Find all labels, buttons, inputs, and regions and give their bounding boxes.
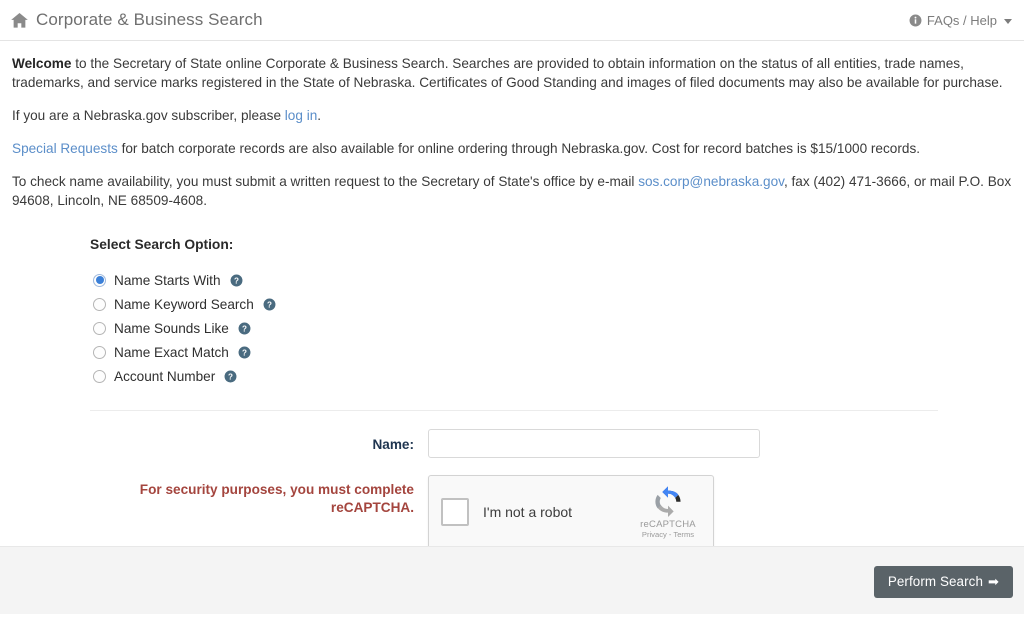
recaptcha-logo-icon [655, 485, 681, 517]
arrow-right-icon: ➡ [988, 574, 999, 589]
svg-text:?: ? [242, 348, 247, 357]
subscriber-pre: If you are a Nebraska.gov subscriber, pl… [12, 108, 285, 123]
header-brand[interactable]: Corporate & Business Search [10, 10, 263, 30]
page-header: Corporate & Business Search FAQs / Help [0, 0, 1024, 41]
availability-pre: To check name availability, you must sub… [12, 174, 639, 189]
intro-paragraph-welcome: Welcome to the Secretary of State online… [12, 54, 1012, 92]
radio-option-name-keyword-search[interactable]: Name Keyword Search ? [90, 292, 1024, 316]
svg-text:?: ? [267, 300, 272, 309]
radio-button[interactable] [93, 369, 106, 383]
radio-label: Name Keyword Search [114, 296, 254, 312]
radio-button[interactable] [93, 345, 106, 359]
welcome-bold: Welcome [12, 56, 72, 71]
question-mark-circle-icon[interactable]: ? [238, 322, 251, 335]
radio-button[interactable] [93, 273, 106, 287]
page-title: Corporate & Business Search [36, 10, 263, 29]
radio-label: Account Number [114, 368, 216, 384]
chevron-down-icon [1004, 18, 1012, 24]
question-mark-circle-icon[interactable]: ? [224, 370, 237, 383]
radio-button[interactable] [93, 321, 106, 335]
recaptcha-checkbox[interactable] [441, 498, 469, 526]
svg-text:?: ? [234, 276, 239, 285]
recaptcha-branding: reCAPTCHA Privacy - Terms [629, 485, 713, 540]
special-requests-link[interactable]: Special Requests [12, 141, 118, 156]
svg-text:?: ? [242, 324, 247, 333]
question-mark-circle-icon[interactable]: ? [230, 274, 243, 287]
radio-option-account-number[interactable]: Account Number ? [90, 364, 1024, 388]
special-requests-rest: for batch corporate records are also ava… [117, 141, 921, 156]
perform-search-label: Perform Search [887, 574, 983, 589]
sos-email-link[interactable]: sos.corp@nebraska.gov [638, 174, 784, 189]
search-form: Name: For security purposes, you must co… [0, 429, 1024, 549]
perform-search-button[interactable]: Perform Search ➡ [873, 566, 1013, 598]
radio-option-name-exact-match[interactable]: Name Exact Match ? [90, 340, 1024, 364]
welcome-rest: to the Secretary of State online Corpora… [12, 56, 1003, 90]
recaptcha-brand-name: reCAPTCHA [640, 518, 696, 530]
recaptcha-label: I'm not a robot [483, 504, 573, 520]
question-mark-circle-icon[interactable]: ? [263, 298, 276, 311]
radio-label: Name Exact Match [114, 344, 229, 360]
recaptcha-widget[interactable]: I'm not a robot reCAPTCHA Privacy - Term… [428, 475, 714, 549]
radio-label: Name Starts With [114, 272, 221, 288]
svg-text:?: ? [228, 372, 233, 381]
name-input[interactable] [428, 429, 760, 458]
intro-paragraph-name-availability: To check name availability, you must sub… [12, 172, 1012, 210]
radio-label: Name Sounds Like [114, 320, 229, 336]
faqs-help-label: FAQs / Help [926, 12, 997, 28]
log-in-link[interactable]: log in [285, 108, 318, 123]
intro-paragraph-special-requests: Special Requests for batch corporate rec… [12, 139, 1012, 158]
name-field-row: Name: [0, 429, 1024, 458]
captcha-row: For security purposes, you must complete… [0, 475, 1024, 549]
security-warning-line1: For security purposes, you must complete [139, 482, 414, 497]
radio-option-name-starts-with[interactable]: Name Starts With ? [90, 268, 1024, 292]
section-divider [90, 410, 938, 411]
info-circle-icon [909, 14, 922, 26]
name-field-label: Name: [372, 437, 414, 452]
search-options-block: Select Search Option: Name Starts With ?… [0, 237, 1024, 388]
faqs-help-menu[interactable]: FAQs / Help [909, 13, 1012, 28]
footer-bar: Perform Search ➡ [0, 546, 1024, 614]
intro-paragraph-subscriber: If you are a Nebraska.gov subscriber, pl… [12, 106, 1012, 125]
search-options-title: Select Search Option: [90, 237, 234, 252]
subscriber-post: . [317, 108, 322, 123]
home-icon [11, 12, 28, 28]
radio-button[interactable] [93, 297, 106, 311]
question-mark-circle-icon[interactable]: ? [238, 346, 251, 359]
security-warning-line2: reCAPTCHA. [330, 500, 414, 515]
radio-option-name-sounds-like[interactable]: Name Sounds Like ? [90, 316, 1024, 340]
recaptcha-terms-links[interactable]: Privacy - Terms [629, 530, 707, 540]
security-warning-text: For security purposes, you must complete… [0, 475, 428, 517]
intro-text-block: Welcome to the Secretary of State online… [0, 54, 1024, 210]
